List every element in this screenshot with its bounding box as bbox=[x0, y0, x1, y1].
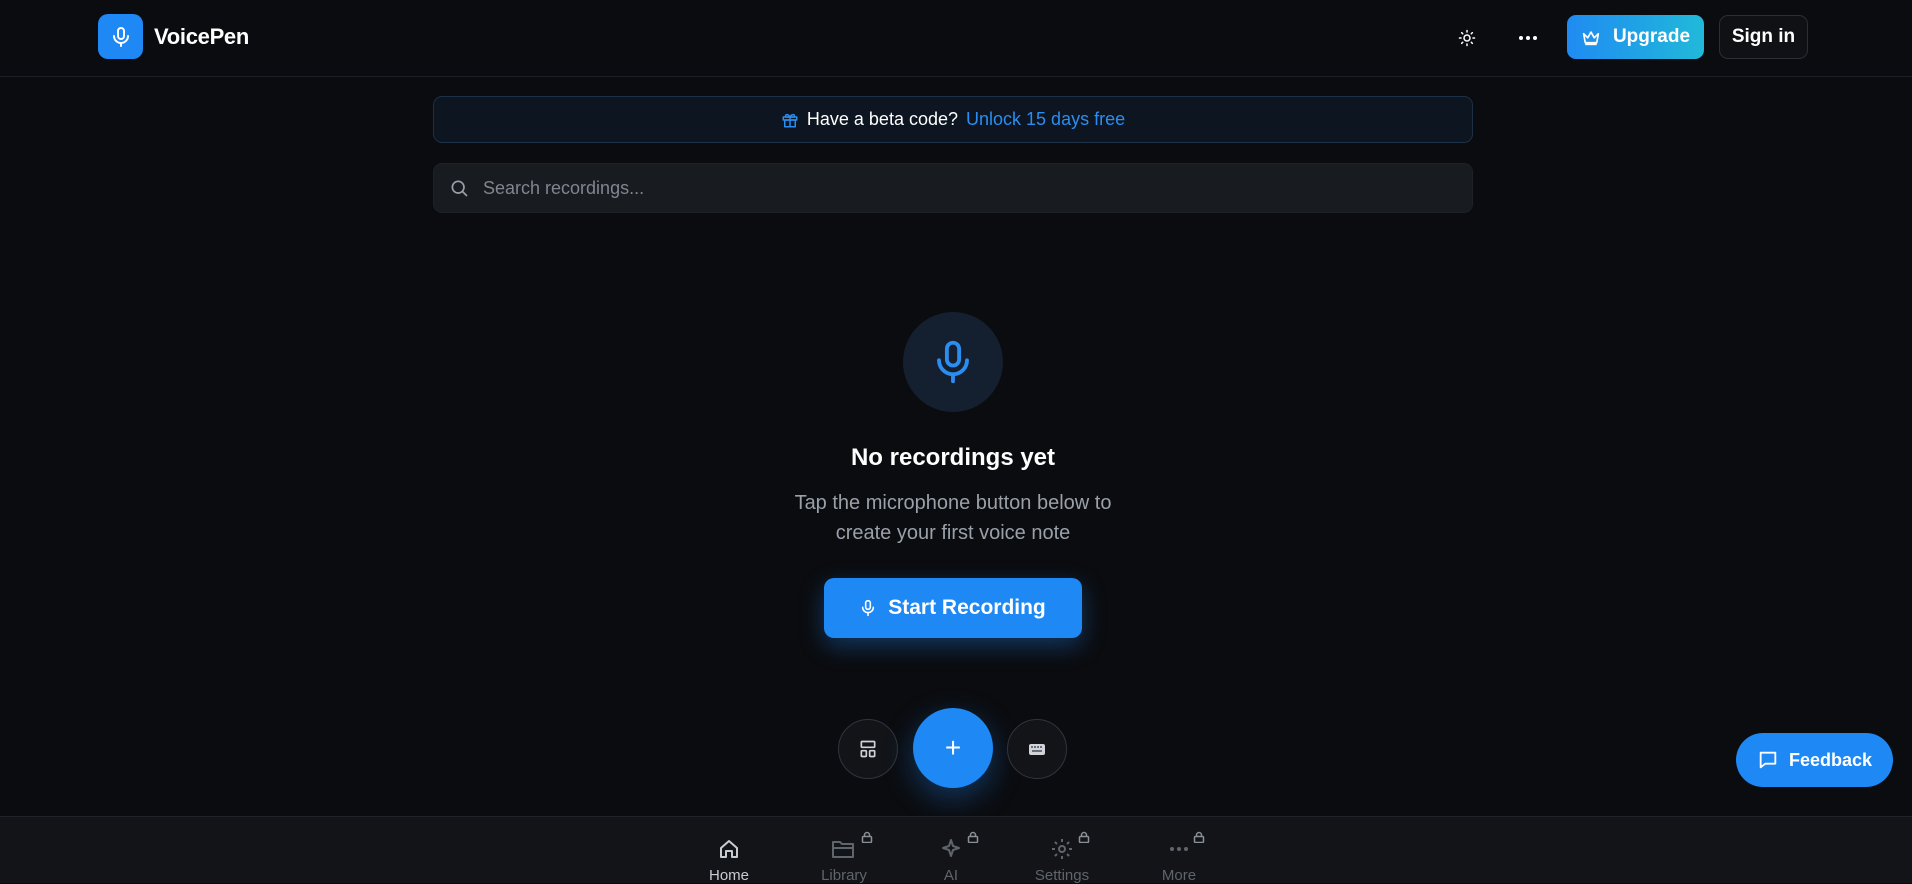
mic-icon bbox=[862, 599, 875, 617]
nav-label-home: Home bbox=[708, 867, 749, 884]
start-recording-button[interactable]: Start Recording bbox=[824, 578, 1082, 638]
crown-icon bbox=[1582, 31, 1600, 46]
top-bar: VoicePen Upgrade Sign in bbox=[0, 0, 1912, 77]
ellipsis-icon bbox=[1170, 847, 1188, 851]
gear-icon bbox=[1052, 839, 1072, 859]
mic-logo-icon bbox=[98, 14, 143, 59]
nav-item-more[interactable]: More bbox=[1134, 831, 1224, 884]
theme-toggle-button[interactable] bbox=[1447, 18, 1487, 58]
start-recording-label: Start Recording bbox=[888, 596, 1046, 619]
unlock-free-link[interactable]: Unlock 15 days free bbox=[966, 109, 1125, 130]
layout-icon bbox=[860, 740, 876, 758]
keyboard-button[interactable] bbox=[1007, 719, 1067, 779]
empty-state-line-1: Tap the microphone button below to bbox=[794, 492, 1112, 514]
feedback-button[interactable]: Feedback bbox=[1736, 733, 1893, 787]
sign-in-label: Sign in bbox=[1731, 26, 1796, 47]
search-icon bbox=[449, 178, 469, 198]
gift-icon bbox=[782, 113, 798, 127]
sparkles-icon bbox=[942, 839, 960, 857]
nav-label-ai: AI bbox=[943, 867, 959, 884]
nav-item-home[interactable]: Home bbox=[684, 835, 774, 884]
home-icon bbox=[720, 840, 738, 858]
bottom-navigation: Home Library AI Settings More bbox=[0, 816, 1912, 884]
lock-icon bbox=[1078, 831, 1090, 843]
nav-label-settings: Settings bbox=[1034, 867, 1090, 884]
chat-icon bbox=[1759, 751, 1777, 769]
search-bar[interactable] bbox=[433, 163, 1473, 213]
nav-label-more: More bbox=[1161, 867, 1197, 884]
nav-label-library: Library bbox=[821, 867, 867, 884]
more-options-button[interactable] bbox=[1508, 18, 1548, 58]
empty-state-title: No recordings yet bbox=[850, 444, 1056, 471]
templates-button[interactable] bbox=[838, 719, 898, 779]
empty-state-description: Tap the microphone button below to creat… bbox=[756, 488, 1150, 548]
ellipsis-icon bbox=[1519, 36, 1537, 40]
empty-state-line-2: create your first voice note bbox=[835, 522, 1071, 544]
beta-code-banner: Have a beta code? Unlock 15 days free bbox=[433, 96, 1473, 143]
brand[interactable]: VoicePen bbox=[98, 14, 249, 59]
upgrade-label: Upgrade bbox=[1612, 26, 1691, 47]
upgrade-button[interactable]: Upgrade bbox=[1567, 15, 1704, 59]
beta-prefix: Have a beta code? bbox=[806, 109, 959, 129]
nav-item-settings[interactable]: Settings bbox=[1017, 831, 1107, 884]
plus-icon: + bbox=[944, 732, 962, 763]
app-name: VoicePen bbox=[154, 23, 250, 49]
add-recording-fab[interactable]: + bbox=[913, 708, 993, 788]
lock-icon bbox=[1193, 831, 1205, 843]
sign-in-button[interactable]: Sign in bbox=[1719, 15, 1808, 59]
sun-icon bbox=[1458, 29, 1476, 47]
feedback-label: Feedback bbox=[1788, 749, 1873, 770]
nav-item-ai[interactable]: AI bbox=[906, 831, 996, 884]
search-input[interactable] bbox=[483, 177, 1443, 199]
lock-icon bbox=[861, 831, 873, 843]
empty-state-mic-icon bbox=[903, 312, 1003, 412]
nav-item-library[interactable]: Library bbox=[799, 831, 889, 884]
keyboard-icon bbox=[1029, 743, 1045, 755]
folder-icon bbox=[832, 841, 854, 858]
lock-icon bbox=[967, 831, 979, 843]
